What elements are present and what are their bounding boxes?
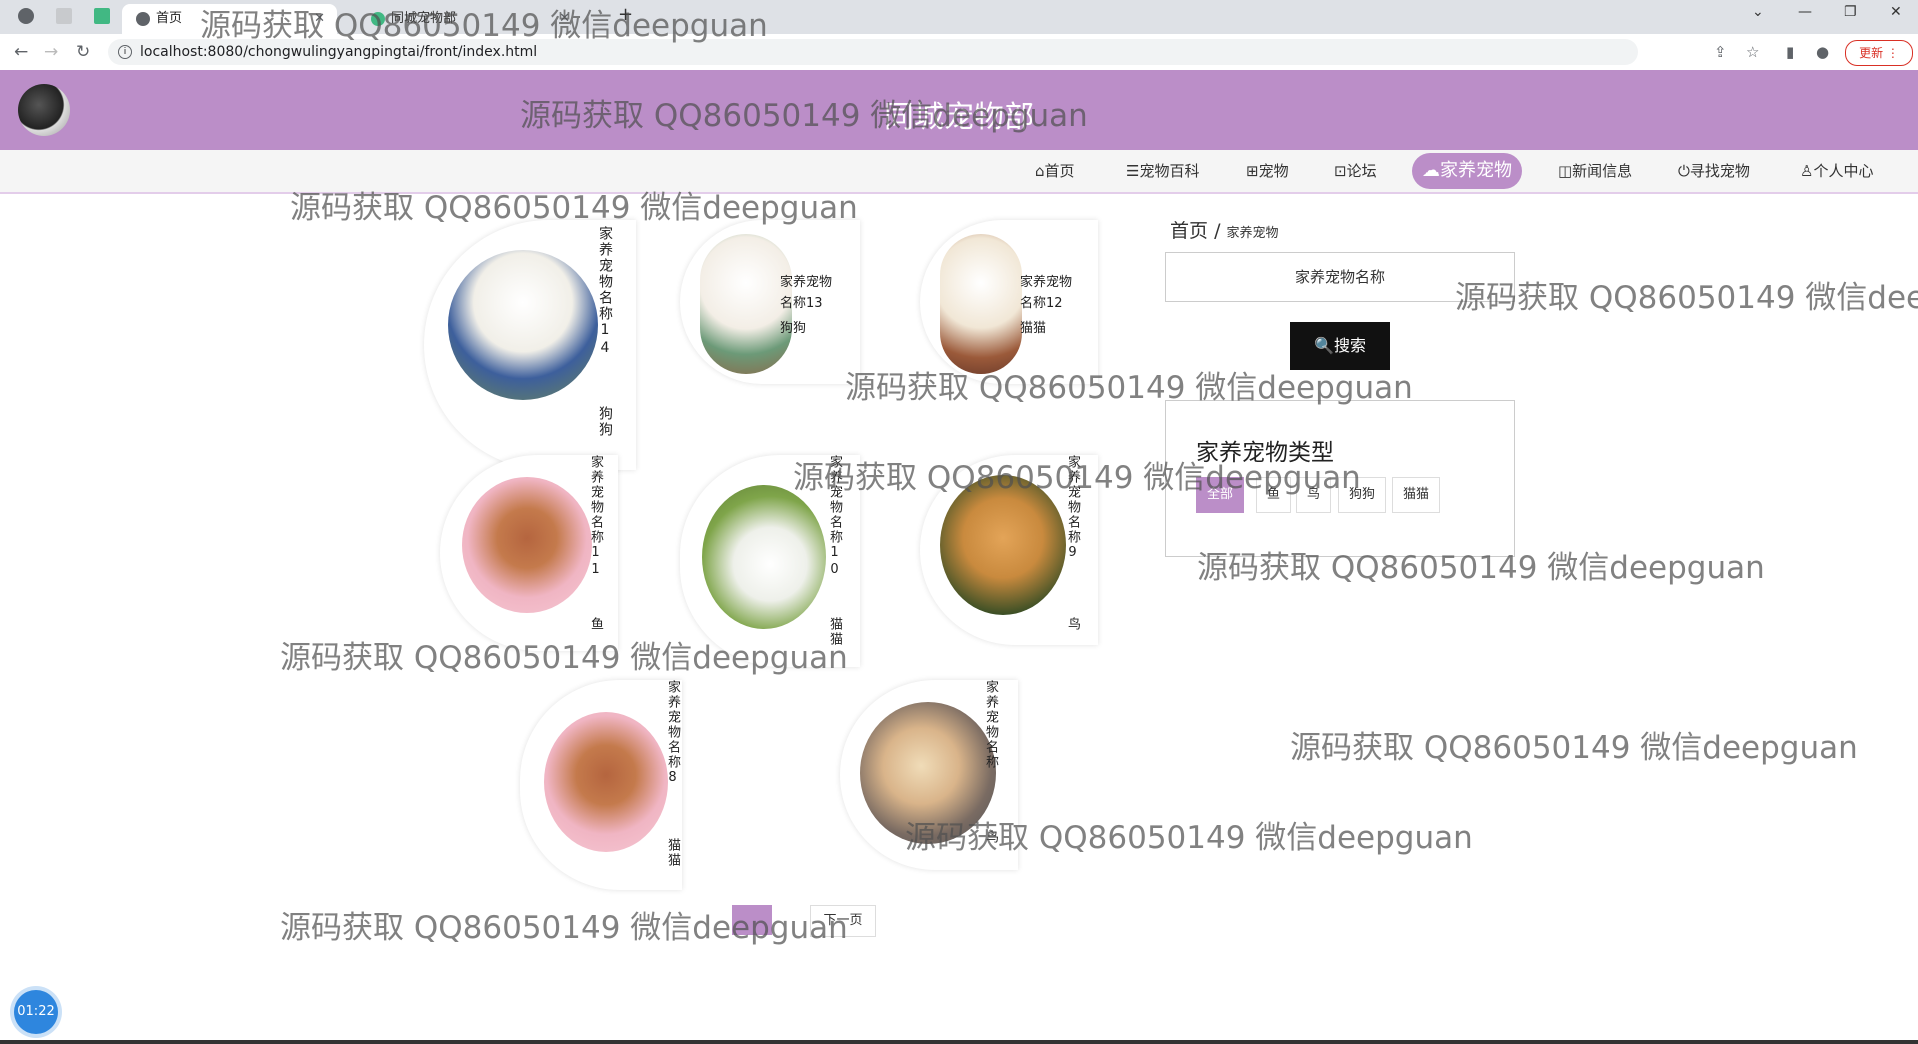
profile-icon[interactable]: ● [1816,43,1829,61]
url-input[interactable]: i localhost:8080/chongwulingyangpingtai/… [108,39,1638,65]
nav-user-center[interactable]: ♙个人中心 [1790,158,1883,184]
pet-image[interactable] [940,475,1066,615]
pet-name[interactable]: 家养宠物名称 [980,680,1001,830]
pet-card[interactable]: 家养宠物名称8 猫猫 [520,680,682,890]
pet-name[interactable]: 家养宠物名称13 [780,272,840,314]
pet-image[interactable] [860,702,996,844]
browser-tab-home[interactable]: 首页 ✕ [122,4,337,34]
pet-name[interactable]: 家养宠物名称11 [585,455,606,630]
reload-icon[interactable]: ↻ [76,42,90,62]
pet-image[interactable] [700,234,792,374]
next-page-button[interactable]: 下一页 [810,905,876,937]
site-info-icon[interactable]: i [118,45,132,59]
pet-type: 鸟 [1065,617,1080,632]
pet-type: 猫猫 [1020,321,1047,336]
pet-card[interactable]: 家养宠物名称12 猫猫 [920,220,1098,384]
browser-tab-site[interactable]: 同城宠物部 ✕ [357,4,582,34]
type-option-dog[interactable]: 狗狗 [1338,477,1387,513]
site-header: 同城宠物部 [0,70,1918,150]
nav-news[interactable]: ◫新闻信息 [1548,158,1642,184]
main-nav: ⌂首页 ☰宠物百科 ⊞宠物 ⊡论坛 ☁家养宠物 ◫新闻信息 ⏻寻找宠物 ♙个人中… [0,150,1918,194]
globe-icon [136,11,150,26]
address-bar-row: ← → ↻ i localhost:8080/chongwulingyangpi… [0,34,1918,71]
back-icon[interactable]: ← [14,42,28,62]
pet-name[interactable]: 家养宠物名称14 [594,226,615,406]
type-option-cat[interactable]: 猫猫 [1392,477,1441,513]
vue-icon [371,11,385,26]
search-input[interactable]: 家养宠物名称 [1165,252,1515,302]
recording-timer[interactable]: 01:22 [14,990,58,1034]
pet-image[interactable] [448,250,598,400]
nav-forum[interactable]: ⊡论坛 [1324,158,1387,184]
pet-card[interactable]: 家养宠物名称11 鱼 [440,455,618,651]
pet-image[interactable] [462,477,592,613]
pet-name[interactable]: 家养宠物名称12 [1020,272,1080,314]
pet-name[interactable]: 家养宠物名称8 [662,680,683,845]
nav-pet-encyclopedia[interactable]: ☰宠物百科 [1116,158,1209,184]
pet-card[interactable]: 家养宠物名称9 鸟 [920,455,1098,645]
pet-image[interactable] [702,485,826,629]
current-page-button[interactable] [732,905,772,935]
pet-image[interactable] [544,712,668,852]
pet-type: 狗狗 [597,406,613,438]
pet-type: 鸟 [983,830,998,845]
tab-icon[interactable] [56,8,72,24]
pet-type: 狗狗 [780,321,807,336]
close-tab-icon[interactable]: ✕ [559,4,570,34]
type-option-bird[interactable]: 鸟 [1296,477,1332,513]
breadcrumb-current: 家养宠物 [1226,226,1279,241]
pet-type-filter: 家养宠物类型 全部 鱼 鸟 狗狗 猫猫 [1165,400,1515,557]
pet-type: 猫猫 [665,838,680,868]
breadcrumb-home[interactable]: 首页 [1170,220,1208,242]
pet-type: 猫猫 [827,617,842,647]
pet-image[interactable] [940,234,1022,374]
nav-pets[interactable]: ⊞宠物 [1236,158,1299,184]
nav-home-pets[interactable]: ☁家养宠物 [1412,153,1522,189]
close-tab-icon[interactable]: ✕ [314,4,325,34]
side-panel-icon[interactable]: ▮ [1786,43,1794,61]
pet-card[interactable]: 家养宠物名称 鸟 [840,680,1018,870]
breadcrumb: 首页 / 家养宠物 [1170,216,1279,243]
new-tab-icon[interactable]: + [618,4,633,25]
watermark: 源码获取 QQ86050149 微信deepguan [1290,730,1858,766]
pet-card[interactable]: 家养宠物名称13 狗狗 [680,220,860,384]
browser-tab-bar: 首页 ✕ 同城宠物部 ✕ + ⌄ — ❐ ✕ [0,0,1918,34]
pet-card[interactable]: 家养宠物名称10 猫猫 [680,455,860,667]
nav-home[interactable]: ⌂首页 [1025,158,1085,184]
vue-tab-icon[interactable] [94,8,110,24]
restore-icon[interactable]: ❐ [1844,4,1857,20]
forward-icon[interactable]: → [44,42,58,62]
pet-name[interactable]: 家养宠物名称9 [1062,455,1083,630]
breadcrumb-separator: / [1214,220,1221,242]
type-filter-title: 家养宠物类型 [1196,440,1334,466]
pet-name[interactable]: 家养宠物名称10 [824,455,845,630]
tab-search-icon[interactable]: ⌄ [1752,4,1764,20]
watermark: 源码获取 QQ86050149 微信deepguan [1455,280,1918,316]
minimize-icon[interactable]: — [1798,4,1812,20]
pet-type: 鱼 [588,617,603,632]
bookmark-star-icon[interactable]: ☆ [1746,43,1759,61]
tab-icon[interactable] [18,8,34,24]
nav-find-pet[interactable]: ⏻寻找宠物 [1668,158,1760,184]
close-window-icon[interactable]: ✕ [1890,4,1902,20]
type-option-all[interactable]: 全部 [1196,477,1245,513]
site-title: 同城宠物部 [884,100,1034,135]
pet-card[interactable]: 家养宠物名称14 狗狗 [424,220,636,470]
type-option-fish[interactable]: 鱼 [1256,477,1292,513]
share-icon[interactable]: ⇪ [1714,43,1727,61]
search-button[interactable]: 🔍搜索 [1290,322,1390,370]
update-button[interactable]: 更新 ⋮ [1845,40,1913,66]
taskbar-strip [0,1040,1918,1044]
